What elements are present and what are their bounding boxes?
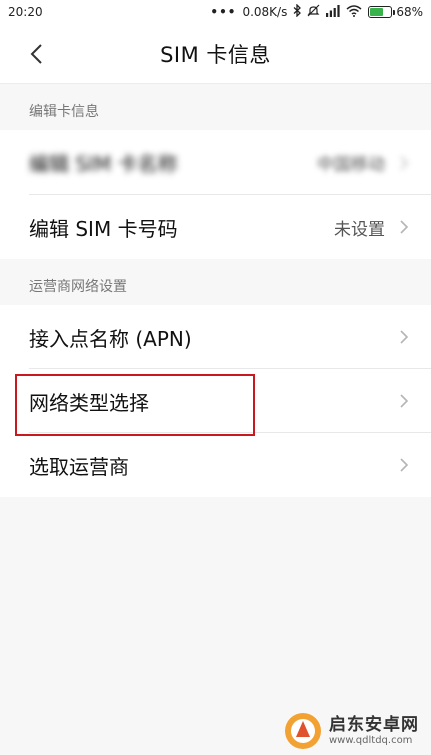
row-sim-name[interactable]: 编辑 SIM 卡名称 中国移动 xyxy=(0,130,431,195)
wifi-icon xyxy=(346,4,362,20)
status-bar: 20:20 ••• 0.08K/s 68% xyxy=(0,0,431,24)
chevron-right-icon xyxy=(400,394,409,408)
section-label-carrier-network: 运营商网络设置 xyxy=(0,267,431,305)
page-title: SIM 卡信息 xyxy=(160,42,271,67)
sim-number-value: 未设置 xyxy=(334,219,385,240)
network-type-label: 网络类型选择 xyxy=(29,390,149,415)
sim-name-label: 编辑 SIM 卡名称 xyxy=(29,152,178,176)
sim-name-value: 中国移动 xyxy=(317,155,385,175)
battery-percent: 68% xyxy=(396,5,423,19)
row-select-carrier[interactable]: 选取运营商 xyxy=(0,433,431,497)
row-sim-number[interactable]: 编辑 SIM 卡号码 未设置 xyxy=(0,195,431,259)
row-apn[interactable]: 接入点名称 (APN) xyxy=(0,305,431,369)
watermark: 启东安卓网 www.qdltdq.com xyxy=(283,711,419,751)
site-logo-icon xyxy=(285,713,321,749)
status-time: 20:20 xyxy=(8,5,43,19)
chevron-right-icon xyxy=(400,220,409,234)
back-button[interactable] xyxy=(20,38,52,70)
apn-label: 接入点名称 (APN) xyxy=(29,326,192,351)
more-dots: ••• xyxy=(210,5,237,19)
select-carrier-label: 选取运营商 xyxy=(29,454,129,479)
row-network-type[interactable]: 网络类型选择 xyxy=(0,369,431,433)
header: SIM 卡信息 xyxy=(0,24,431,84)
watermark-title: 启东安卓网 xyxy=(329,715,419,736)
watermark-url: www.qdltdq.com xyxy=(329,734,413,746)
battery-icon xyxy=(368,6,396,18)
signal-icon xyxy=(326,4,340,20)
battery-indicator: 68% xyxy=(368,5,423,19)
section-label-edit-card: 编辑卡信息 xyxy=(0,92,431,130)
chevron-right-icon xyxy=(400,330,409,344)
chevron-left-icon xyxy=(30,44,42,64)
network-speed: 0.08K/s xyxy=(242,5,288,19)
chevron-right-icon xyxy=(400,155,409,170)
battery-fill xyxy=(370,8,384,16)
chevron-right-icon xyxy=(400,458,409,472)
status-icons: ••• 0.08K/s 68% xyxy=(210,3,423,20)
bluetooth-icon xyxy=(293,3,302,20)
sim-number-label: 编辑 SIM 卡号码 xyxy=(29,216,178,241)
mute-icon xyxy=(307,4,320,20)
